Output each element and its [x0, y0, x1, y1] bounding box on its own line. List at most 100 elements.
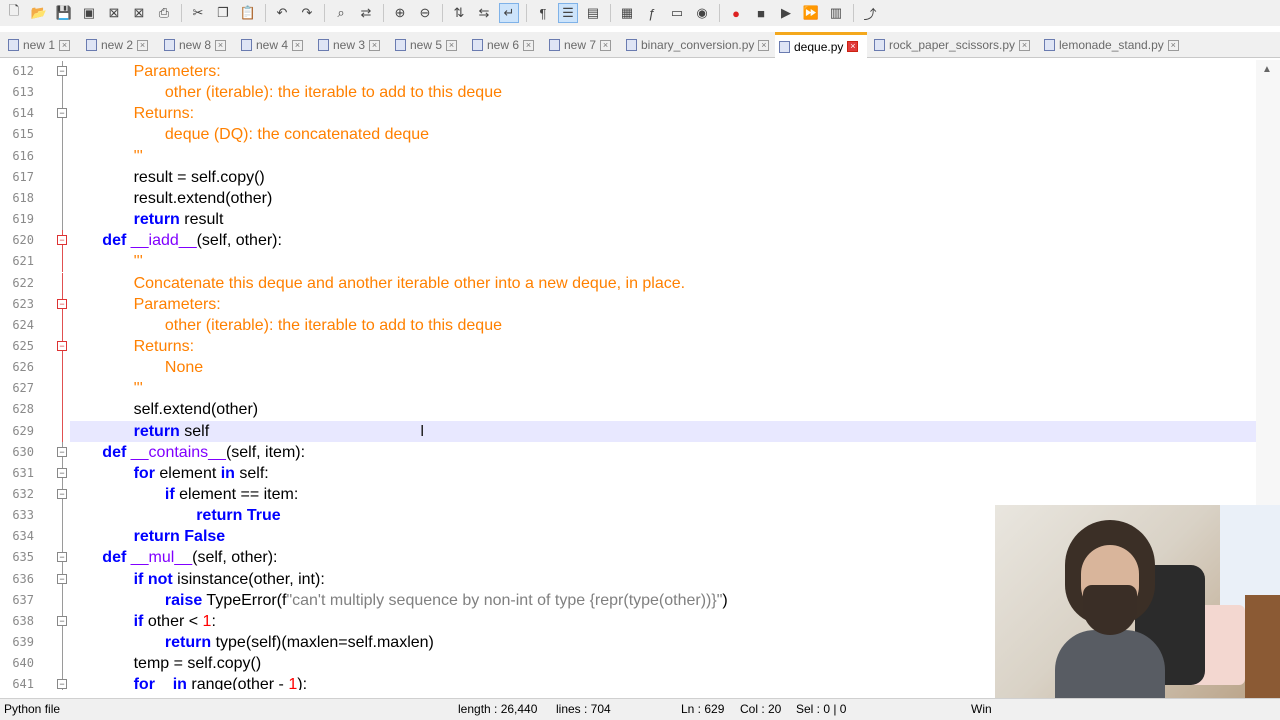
tab-new-2[interactable]: new 2 × — [82, 34, 156, 56]
fold-toggle-icon[interactable]: − — [57, 108, 67, 119]
find-icon[interactable]: ⌕ — [331, 3, 351, 23]
fold-toggle-icon[interactable]: − — [57, 446, 67, 457]
stop-macro-icon[interactable]: ■ — [751, 3, 771, 23]
close-all-icon[interactable]: ⊠ — [129, 3, 149, 23]
fold-toggle-icon[interactable]: − — [57, 66, 67, 76]
word-wrap-icon[interactable]: ↵ — [499, 3, 519, 23]
run-macro-multiple-icon[interactable]: ⏩ — [801, 3, 821, 23]
copy-icon[interactable]: ❐ — [213, 3, 233, 23]
tab-rock-paper-scissors-py[interactable]: rock_paper_scissors.py × — [870, 34, 1036, 56]
tab-new-3[interactable]: new 3 × — [314, 34, 388, 56]
code-line[interactable]: if element == item: — [165, 484, 298, 505]
close-icon[interactable]: ⊠ — [104, 3, 124, 23]
print-icon[interactable]: ⎙ — [154, 3, 174, 23]
code-line[interactable]: for _ in range(other - 1): — [134, 674, 307, 690]
code-line[interactable]: ''' — [134, 378, 143, 399]
code-line[interactable]: result = self.copy() — [134, 167, 265, 188]
fold-toggle-icon[interactable]: − — [57, 235, 67, 246]
code-line[interactable]: Parameters: — [134, 61, 221, 82]
doc-map-icon[interactable]: ▦ — [617, 3, 637, 23]
tab-new-1[interactable]: new 1 × — [4, 34, 78, 56]
tab-close-icon[interactable]: × — [1019, 39, 1031, 51]
tab-close-icon[interactable]: × — [847, 41, 859, 52]
code-line[interactable]: return True — [196, 505, 280, 526]
monitoring-icon[interactable]: ◉ — [692, 3, 712, 23]
code-line[interactable]: other (iterable): the iterable to add to… — [165, 82, 502, 103]
launch-icon[interactable]: ⤴ — [860, 3, 880, 23]
record-macro-icon[interactable]: ● — [726, 3, 746, 23]
tab-new-4[interactable]: new 4 × — [237, 34, 311, 56]
code-line[interactable]: if other < 1: — [134, 611, 216, 632]
code-line[interactable]: if not isinstance(other, int): — [134, 569, 325, 590]
sync-vertical-icon[interactable]: ⇅ — [449, 3, 469, 23]
fold-toggle-icon[interactable]: − — [57, 298, 67, 309]
code-line[interactable]: ''' — [134, 251, 143, 272]
tab-close-icon[interactable]: × — [758, 39, 770, 51]
code-line[interactable]: return False — [134, 526, 226, 547]
fold-toggle-icon[interactable]: − — [57, 552, 67, 563]
tab-binary-conversion-py[interactable]: binary_conversion.py × — [622, 34, 772, 56]
save-macro-icon[interactable]: ▥ — [826, 3, 846, 23]
code-line[interactable]: Parameters: — [134, 294, 221, 315]
tab-deque-py[interactable]: deque.py × — [775, 32, 867, 58]
code-token: in — [220, 464, 235, 482]
code-line[interactable]: deque (DQ): the concatenated deque — [165, 124, 429, 145]
folder-workspace-icon[interactable]: ▭ — [667, 3, 687, 23]
code-line[interactable]: def __mul__(self, other): — [102, 547, 277, 568]
sync-horizontal-icon[interactable]: ⇆ — [474, 3, 494, 23]
code-line[interactable]: result.extend(other) — [134, 188, 273, 209]
redo-icon[interactable]: ↷ — [297, 3, 317, 23]
fold-toggle-icon[interactable]: − — [57, 615, 67, 626]
replace-icon[interactable]: ⇄ — [356, 3, 376, 23]
tab-close-icon[interactable]: × — [137, 39, 149, 51]
show-all-chars-icon[interactable]: ¶ — [533, 3, 553, 23]
tab-close-icon[interactable]: × — [446, 39, 458, 51]
tab-new-7[interactable]: new 7 × — [545, 34, 619, 56]
code-line[interactable]: return self — [134, 421, 210, 442]
code-line[interactable]: self.extend(other) — [134, 399, 259, 420]
tab-lemonade-stand-py[interactable]: lemonade_stand.py × — [1040, 34, 1185, 56]
indent-guide-icon[interactable]: ☰ — [558, 3, 578, 23]
code-line[interactable]: None — [165, 357, 203, 378]
fold-toggle-icon[interactable]: − — [57, 679, 67, 690]
tab-close-icon[interactable]: × — [523, 39, 535, 51]
zoom-in-icon[interactable]: ⊕ — [390, 3, 410, 23]
fold-toggle-icon[interactable]: − — [57, 489, 67, 499]
tab-close-icon[interactable]: × — [369, 39, 381, 51]
tab-close-icon[interactable]: × — [600, 39, 612, 51]
code-line[interactable]: def __iadd__(self, other): — [102, 230, 282, 251]
save-icon[interactable]: 💾 — [54, 3, 74, 23]
function-list-icon[interactable]: ƒ — [642, 3, 662, 23]
code-line[interactable]: def __contains__(self, item): — [102, 442, 305, 463]
undo-icon[interactable]: ↶ — [272, 3, 292, 23]
paste-icon[interactable]: 📋 — [238, 3, 258, 23]
tab-close-icon[interactable]: × — [292, 39, 304, 51]
tab-new-6[interactable]: new 6 × — [468, 34, 542, 56]
tab-new-8[interactable]: new 8 × — [160, 34, 234, 56]
tab-close-icon[interactable]: × — [59, 39, 71, 51]
code-line[interactable]: for element in self: — [134, 463, 269, 484]
code-line[interactable]: ''' — [134, 146, 143, 167]
code-line[interactable]: return type(self)(maxlen=self.maxlen) — [165, 632, 434, 653]
new-file-icon[interactable]: 🗋 — [4, 3, 24, 23]
code-line[interactable]: Returns: — [134, 336, 194, 357]
open-folder-icon[interactable]: 📂 — [29, 3, 49, 23]
play-macro-icon[interactable]: ▶ — [776, 3, 796, 23]
code-line[interactable]: return result — [134, 209, 224, 230]
fold-toggle-icon[interactable]: − — [57, 573, 67, 584]
code-line[interactable]: raise TypeError(f"can't multiply sequenc… — [165, 590, 728, 611]
udl-icon[interactable]: ▤ — [583, 3, 603, 23]
fold-toggle-icon[interactable]: − — [57, 340, 67, 351]
fold-toggle-icon[interactable]: − — [57, 467, 67, 478]
code-line[interactable]: temp = self.copy() — [134, 653, 262, 674]
scroll-up-icon[interactable]: ▲ — [1262, 64, 1272, 75]
zoom-out-icon[interactable]: ⊖ — [415, 3, 435, 23]
tab-close-icon[interactable]: × — [215, 39, 227, 51]
save-all-icon[interactable]: ▣ — [79, 3, 99, 23]
code-line[interactable]: other (iterable): the iterable to add to… — [165, 315, 502, 336]
code-line[interactable]: Concatenate this deque and another itera… — [134, 273, 686, 294]
code-line[interactable]: Returns: — [134, 103, 194, 124]
tab-close-icon[interactable]: × — [1167, 39, 1179, 51]
tab-new-5[interactable]: new 5 × — [391, 34, 465, 56]
cut-icon[interactable]: ✂ — [188, 3, 208, 23]
